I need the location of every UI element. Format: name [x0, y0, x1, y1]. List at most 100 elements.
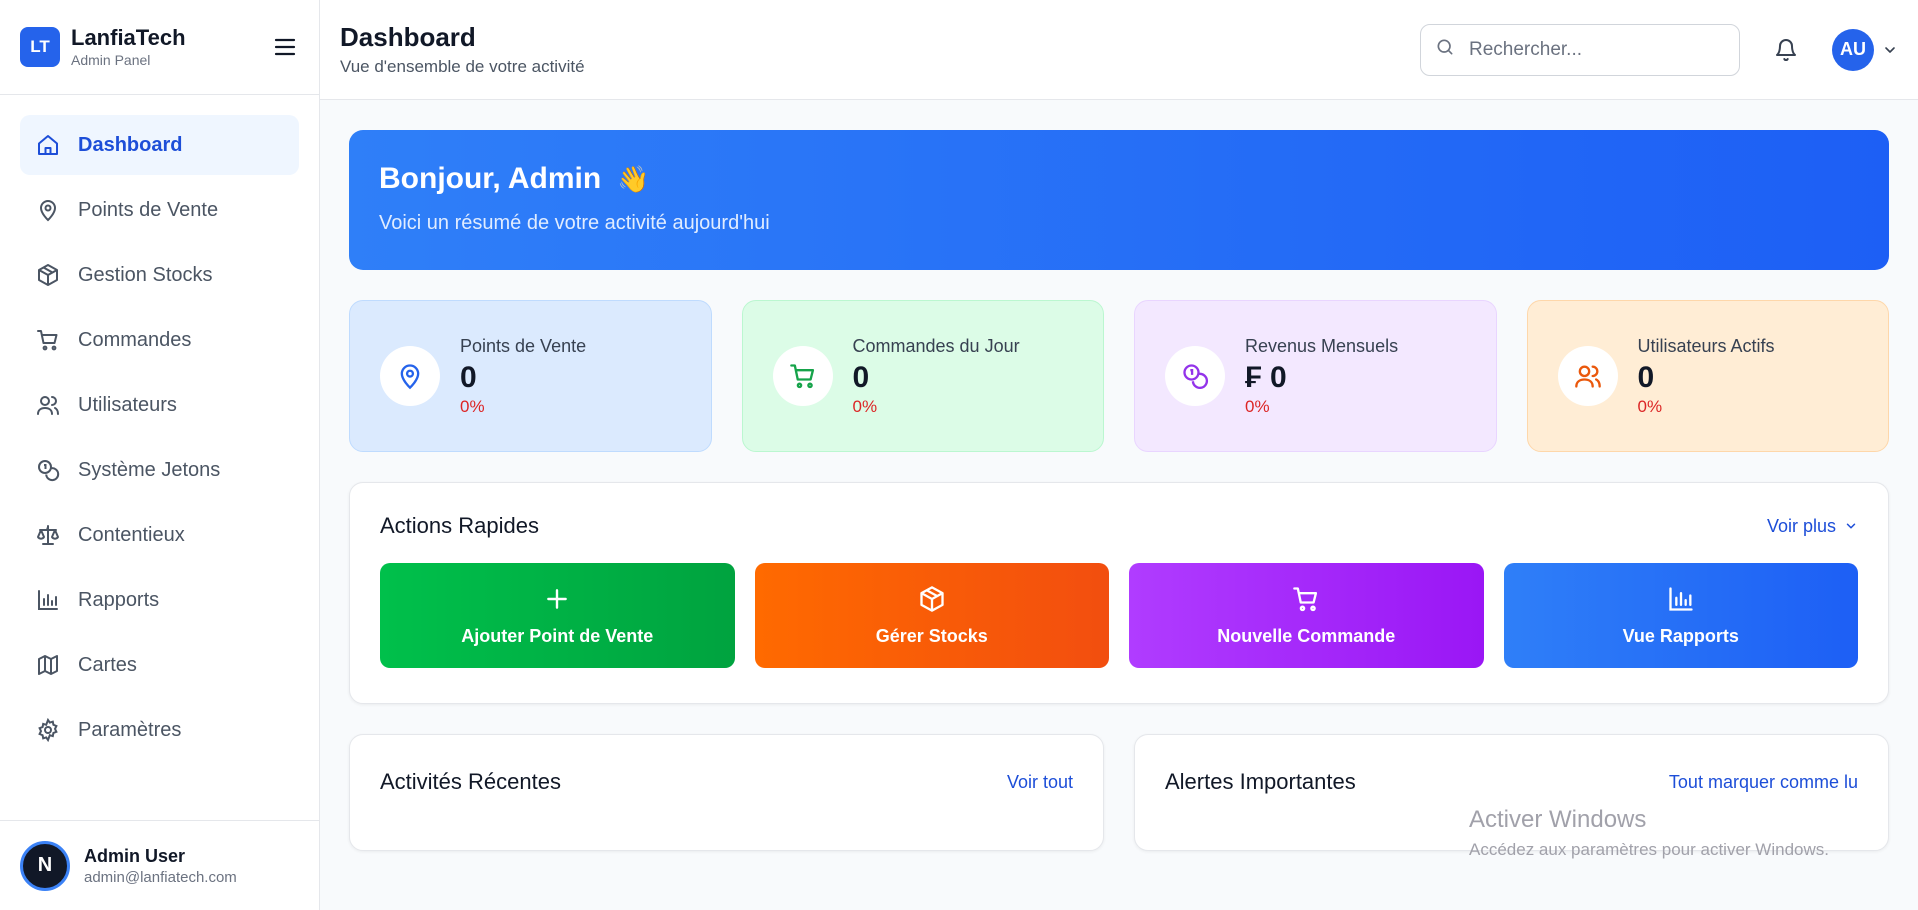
- sidebar-item-parametres[interactable]: Paramètres: [20, 700, 299, 760]
- coins-icon: [1165, 346, 1225, 406]
- sidebar-item-points-de-vente[interactable]: Points de Vente: [20, 180, 299, 240]
- welcome-banner: Bonjour, Admin 👋 Voici un résumé de votr…: [349, 130, 1889, 270]
- page-subtitle: Vue d'ensemble de votre activité: [340, 57, 585, 76]
- stat-value: 0: [852, 360, 870, 394]
- sidebar-item-label: Gestion Stocks: [78, 263, 213, 286]
- stat-value: 0: [1637, 360, 1655, 394]
- map-pin-icon: [380, 346, 440, 406]
- stat-label: Points de Vente: [460, 335, 587, 356]
- plus-icon: [544, 584, 570, 614]
- wave-icon: 👋: [617, 163, 650, 194]
- stats-row: Points de Vente 0 0% Commandes du Jour 0…: [349, 300, 1889, 452]
- sidebar-item-rapports[interactable]: Rapports: [20, 570, 299, 630]
- sidebar-item-commandes[interactable]: Commandes: [20, 310, 299, 370]
- recent-activities-title: Activités Récentes: [380, 769, 561, 794]
- windows-activation-watermark: Activer Windows Accédez aux paramètres p…: [1469, 806, 1829, 860]
- add-point-de-vente-button[interactable]: Ajouter Point de Vente: [380, 563, 735, 668]
- quick-actions-title: Actions Rapides: [380, 513, 539, 538]
- watermark-title: Activer Windows: [1469, 806, 1647, 833]
- avatar[interactable]: AU: [1832, 28, 1874, 71]
- chevron-down-icon[interactable]: [1882, 42, 1898, 58]
- sidebar-item-label: Cartes: [78, 653, 137, 676]
- stat-card-points-de-vente[interactable]: Points de Vente 0 0%: [349, 300, 712, 452]
- action-label: Ajouter Point de Vente: [461, 626, 654, 646]
- sidebar-item-label: Commandes: [78, 328, 192, 351]
- bell-icon[interactable]: [1766, 30, 1806, 70]
- sidebar-item-label: Rapports: [78, 588, 160, 611]
- stat-change: 0%: [852, 396, 878, 416]
- brand-subtitle: Admin Panel: [71, 52, 151, 68]
- watermark-subtitle: Accédez aux paramètres pour activer Wind…: [1469, 840, 1829, 859]
- stat-change: 0%: [460, 396, 485, 416]
- bar-chart-icon: [1667, 584, 1695, 614]
- bar-chart-icon: [36, 588, 60, 612]
- main-area: Dashboard Vue d'ensemble de votre activi…: [320, 0, 1918, 910]
- sidebar-item-gestion-stocks[interactable]: Gestion Stocks: [20, 245, 299, 305]
- home-icon: [36, 133, 60, 157]
- search-input[interactable]: [1469, 38, 1719, 61]
- welcome-subtitle: Voici un résumé de votre activité aujour…: [379, 212, 770, 234]
- cart-icon: [1292, 584, 1320, 614]
- sidebar-item-label: Système Jetons: [78, 458, 221, 481]
- search-box[interactable]: [1420, 23, 1740, 76]
- sidebar-item-label: Dashboard: [78, 133, 183, 156]
- quick-actions-grid: Ajouter Point de Vente Gérer Stocks Nouv…: [380, 563, 1858, 668]
- sidebar: LT LanfiaTech Admin Panel Dashboard Poin…: [0, 0, 320, 910]
- chevron-down-icon: [1844, 519, 1858, 533]
- stat-card-revenus-mensuels[interactable]: Revenus Mensuels ₣ 0 0%: [1134, 300, 1497, 452]
- stat-label: Revenus Mensuels: [1245, 335, 1399, 356]
- cart-icon: [36, 328, 60, 352]
- stat-change: 0%: [1245, 396, 1270, 416]
- sidebar-item-systeme-jetons[interactable]: Système Jetons: [20, 440, 299, 500]
- map-pin-icon: [36, 198, 60, 222]
- brand-name: LanfiaTech: [71, 25, 186, 50]
- sidebar-item-label: Paramètres: [78, 718, 182, 741]
- page-title: Dashboard: [340, 22, 476, 52]
- sidebar-item-dashboard[interactable]: Dashboard: [20, 115, 299, 175]
- sidebar-item-contentieux[interactable]: Contentieux: [20, 505, 299, 565]
- users-icon: [1557, 346, 1618, 406]
- action-label: Gérer Stocks: [875, 626, 988, 646]
- stat-change: 0%: [1637, 396, 1663, 416]
- gerer-stocks-button[interactable]: Gérer Stocks: [754, 563, 1109, 668]
- avatar: N: [20, 840, 70, 891]
- map-icon: [36, 653, 60, 677]
- package-icon: [36, 263, 60, 287]
- brand-logo: LT: [20, 27, 60, 67]
- sidebar-item-cartes[interactable]: Cartes: [20, 635, 299, 695]
- user-name: Admin User: [84, 845, 186, 866]
- sidebar-item-label: Points de Vente: [78, 198, 219, 221]
- user-profile[interactable]: N Admin User admin@lanfiatech.com: [0, 820, 319, 910]
- voir-plus-link[interactable]: Voir plus: [1767, 516, 1858, 537]
- coins-icon: [36, 458, 60, 482]
- topbar: Dashboard Vue d'ensemble de votre activi…: [320, 0, 1918, 100]
- package-icon: [918, 584, 946, 614]
- gear-icon: [36, 718, 60, 742]
- vue-rapports-button[interactable]: Vue Rapports: [1503, 563, 1858, 668]
- search-icon: [1435, 37, 1455, 62]
- quick-actions-card: Actions Rapides Voir plus Ajouter Point …: [349, 482, 1889, 704]
- nouvelle-commande-button[interactable]: Nouvelle Commande: [1129, 563, 1484, 668]
- stat-label: Utilisateurs Actifs: [1637, 335, 1775, 356]
- stat-card-utilisateurs-actifs[interactable]: Utilisateurs Actifs 0 0%: [1526, 300, 1889, 452]
- mark-all-read-link[interactable]: Tout marquer comme lu: [1669, 772, 1858, 793]
- recent-activities-card: Activités Récentes Voir tout: [349, 734, 1104, 851]
- brand-header: LT LanfiaTech Admin Panel: [0, 0, 319, 95]
- sidebar-item-label: Utilisateurs: [78, 393, 177, 416]
- cart-icon: [772, 346, 833, 406]
- menu-toggle-icon[interactable]: [271, 33, 299, 61]
- sidebar-item-label: Contentieux: [78, 523, 185, 546]
- action-label: Vue Rapports: [1622, 626, 1739, 646]
- user-email: admin@lanfiatech.com: [84, 868, 237, 886]
- scale-icon: [36, 523, 60, 547]
- sidebar-item-utilisateurs[interactable]: Utilisateurs: [20, 375, 299, 435]
- stat-value: 0: [460, 360, 477, 394]
- stat-label: Commandes du Jour: [852, 335, 1020, 356]
- content: Bonjour, Admin 👋 Voici un résumé de votr…: [320, 100, 1918, 881]
- important-alerts-title: Alertes Importantes: [1165, 769, 1356, 794]
- action-label: Nouvelle Commande: [1217, 626, 1396, 646]
- stat-card-commandes-du-jour[interactable]: Commandes du Jour 0 0%: [741, 300, 1104, 452]
- voir-plus-label: Voir plus: [1766, 515, 1836, 536]
- users-icon: [36, 393, 60, 417]
- voir-tout-link[interactable]: Voir tout: [1007, 772, 1073, 793]
